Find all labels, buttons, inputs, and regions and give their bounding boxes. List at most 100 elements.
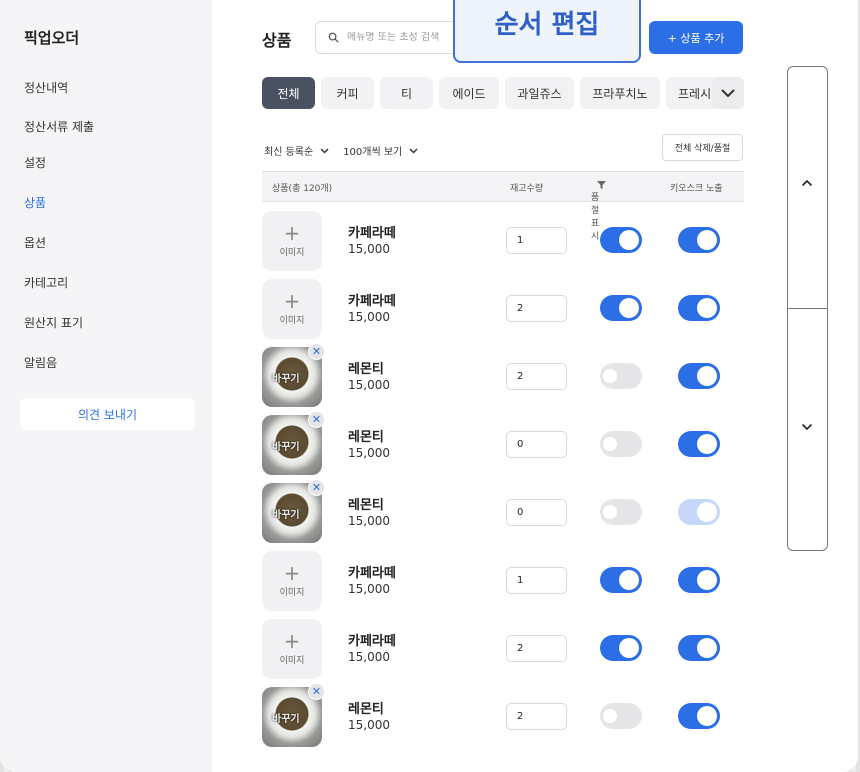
chevron-down-icon xyxy=(721,89,735,97)
table-row[interactable]: + 이미지 카페라떼 15,000 xyxy=(262,206,744,274)
product-price: 15,000 xyxy=(348,582,390,596)
image-placeholder[interactable]: + 이미지 xyxy=(262,211,322,271)
search-input[interactable] xyxy=(347,32,467,43)
soldout-toggle[interactable] xyxy=(600,703,642,729)
table-header: 상품(총 120개) 재고수량 품절표시 키오스크 노출 xyxy=(262,171,744,242)
plus-icon: + xyxy=(283,561,301,585)
page-size-label: 100개씩 보기 xyxy=(343,147,403,158)
product-name: 카페라떼 xyxy=(348,294,396,309)
page-size-dropdown[interactable]: 100개씩 보기 xyxy=(343,143,418,158)
chevron-down-icon[interactable] xyxy=(801,423,813,431)
sidebar-item-options[interactable]: 옵션 xyxy=(24,234,46,251)
sidebar-item-categories[interactable]: 카테고리 xyxy=(24,274,68,291)
stock-input[interactable] xyxy=(506,295,567,322)
product-price: 15,000 xyxy=(348,718,390,732)
image-placeholder-label: 이미지 xyxy=(279,248,305,258)
image-placeholder[interactable]: + 이미지 xyxy=(262,619,322,679)
stock-input[interactable] xyxy=(506,227,567,254)
table-row[interactable]: + 이미지 카페라떼 15,000 xyxy=(262,614,744,682)
stock-input[interactable] xyxy=(506,431,567,458)
scroll-control-panel xyxy=(787,66,828,551)
table-row[interactable]: + 이미지 카페라떼 15,000 xyxy=(262,546,744,614)
chevron-down-icon xyxy=(409,147,418,154)
kiosk-toggle[interactable] xyxy=(678,363,720,389)
image-swap-label: 바꾸기 xyxy=(272,374,300,385)
image-swap-label: 바꾸기 xyxy=(272,714,300,725)
table-row[interactable]: + 이미지 카페라떼 15,000 xyxy=(262,274,744,342)
table-row[interactable]: 바꾸기 ✕ 레몬티 15,000 xyxy=(262,342,744,410)
column-soldout[interactable]: 품절표시 xyxy=(591,181,606,242)
table-row[interactable]: 바꾸기 ✕ 레몬티 15,000 xyxy=(262,410,744,478)
sidebar-item-products[interactable]: 상품 xyxy=(24,194,46,211)
stock-input[interactable] xyxy=(506,363,567,390)
product-name: 레몬티 xyxy=(348,362,384,377)
sidebar: 픽업오더 정산내역 정산서류 제출 설정 상품 옵션 카테고리 원산지 표기 알… xyxy=(0,0,212,772)
image-placeholder[interactable]: + 이미지 xyxy=(262,551,322,611)
soldout-toggle[interactable] xyxy=(600,567,642,593)
sidebar-item-origin[interactable]: 원산지 표기 xyxy=(24,314,83,331)
stock-input[interactable] xyxy=(506,703,567,730)
soldout-toggle[interactable] xyxy=(600,363,642,389)
sort-label: 최신 등록순 xyxy=(264,147,314,158)
soldout-toggle[interactable] xyxy=(600,431,642,457)
feedback-button[interactable]: 의견 보내기 xyxy=(20,398,195,430)
kiosk-toggle xyxy=(678,499,720,525)
kiosk-toggle[interactable] xyxy=(678,295,720,321)
close-icon[interactable]: ✕ xyxy=(308,683,325,700)
category-tabs: 전체 커피 티 에이드 과일쥬스 프라푸치노 프레시 xyxy=(262,77,744,109)
search-icon xyxy=(328,32,339,43)
soldout-toggle[interactable] xyxy=(600,499,642,525)
bulk-delete-soldout-button[interactable]: 전체 삭제/품절 xyxy=(662,134,743,161)
image-placeholder-label: 이미지 xyxy=(279,316,305,326)
stock-input[interactable] xyxy=(506,567,567,594)
tab-all[interactable]: 전체 xyxy=(262,77,315,109)
tab-ade[interactable]: 에이드 xyxy=(439,77,499,109)
sidebar-item-settlement[interactable]: 정산내역 xyxy=(24,79,68,96)
product-name: 레몬티 xyxy=(348,498,384,513)
kiosk-toggle[interactable] xyxy=(678,431,720,457)
sidebar-item-settings[interactable]: 설정 xyxy=(24,154,46,171)
kiosk-toggle[interactable] xyxy=(678,567,720,593)
kiosk-toggle[interactable] xyxy=(678,703,720,729)
table-row[interactable]: 바꾸기 ✕ 레몬티 15,000 xyxy=(262,682,744,750)
search-box[interactable] xyxy=(315,21,475,54)
chevron-up-icon[interactable] xyxy=(801,179,813,187)
image-placeholder-label: 이미지 xyxy=(279,656,305,666)
sort-dropdown[interactable]: 최신 등록순 xyxy=(264,143,329,158)
more-tabs-button[interactable] xyxy=(712,77,744,109)
tab-tea[interactable]: 티 xyxy=(380,77,433,109)
soldout-toggle[interactable] xyxy=(600,635,642,661)
kiosk-toggle[interactable] xyxy=(678,227,720,253)
app-window: 픽업오더 정산내역 정산서류 제출 설정 상품 옵션 카테고리 원산지 표기 알… xyxy=(0,0,858,772)
tab-fruit-juice[interactable]: 과일쥬스 xyxy=(505,77,574,109)
column-kiosk: 키오스크 노출 xyxy=(670,184,723,194)
tab-frappuccino[interactable]: 프라푸치노 xyxy=(580,77,660,109)
image-placeholder[interactable]: + 이미지 xyxy=(262,279,322,339)
plus-icon: + xyxy=(283,221,301,245)
brand-title: 픽업오더 xyxy=(24,29,80,47)
image-swap-label: 바꾸기 xyxy=(272,510,300,521)
sidebar-item-alert-sound[interactable]: 알림음 xyxy=(24,354,57,371)
product-price: 15,000 xyxy=(348,378,390,392)
plus-icon: + xyxy=(283,289,301,313)
product-name: 레몬티 xyxy=(348,430,384,445)
close-icon[interactable]: ✕ xyxy=(308,343,325,360)
order-edit-button[interactable]: 순서 편집 xyxy=(453,0,641,63)
soldout-toggle[interactable] xyxy=(600,295,642,321)
tab-coffee[interactable]: 커피 xyxy=(321,77,374,109)
table-row[interactable]: 바꾸기 ✕ 레몬티 15,000 xyxy=(262,478,744,546)
product-price: 15,000 xyxy=(348,310,390,324)
close-icon[interactable]: ✕ xyxy=(308,411,325,428)
product-name: 카페라떼 xyxy=(348,566,396,581)
kiosk-toggle[interactable] xyxy=(678,635,720,661)
close-icon[interactable]: ✕ xyxy=(308,479,325,496)
product-price: 15,000 xyxy=(348,446,390,460)
filter-icon[interactable] xyxy=(597,181,606,189)
sidebar-item-settlement-docs[interactable]: 정산서류 제출 xyxy=(24,118,94,135)
product-price: 15,000 xyxy=(348,650,390,664)
soldout-toggle[interactable] xyxy=(600,227,642,253)
image-swap-label: 바꾸기 xyxy=(272,442,300,453)
stock-input[interactable] xyxy=(506,499,567,526)
add-product-button[interactable]: + 상품 추가 xyxy=(649,21,743,54)
stock-input[interactable] xyxy=(506,635,567,662)
